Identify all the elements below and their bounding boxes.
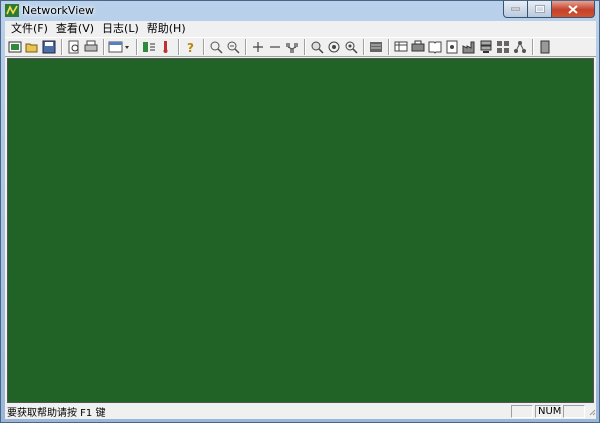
- alarm-icon[interactable]: [158, 39, 174, 55]
- toolbar-separator: [388, 39, 390, 55]
- num-lock-indicator: NUM: [535, 405, 561, 418]
- app-window: NetworkView 文件(F) 查看(V) 日志(L) 帮助(H) ? 要获…: [0, 0, 600, 423]
- menu-file[interactable]: 文件(F): [7, 21, 52, 37]
- close-button[interactable]: [552, 1, 595, 18]
- toolbar-separator: [203, 39, 205, 55]
- log-icon[interactable]: [537, 39, 553, 55]
- zoom-fit-icon[interactable]: [225, 39, 241, 55]
- toolbar: ?: [5, 37, 596, 57]
- book-icon[interactable]: [427, 39, 443, 55]
- zoom-select-icon[interactable]: [208, 39, 224, 55]
- list-view-icon[interactable]: [368, 39, 384, 55]
- svg-text:?: ?: [187, 41, 194, 54]
- network-link-icon[interactable]: [512, 39, 528, 55]
- menu-view[interactable]: 查看(V): [52, 21, 98, 37]
- caption-buttons: [503, 1, 595, 18]
- status-panel-3: [563, 405, 585, 418]
- toolbar-separator: [136, 39, 138, 55]
- window-title: NetworkView: [22, 4, 95, 17]
- networkview-app-icon: [5, 4, 19, 17]
- open-folder-icon[interactable]: [24, 39, 40, 55]
- status-bar: 要获取帮助请按 F1 键 NUM: [5, 404, 596, 419]
- trace-route-icon[interactable]: [343, 39, 359, 55]
- ping-icon[interactable]: [326, 39, 342, 55]
- print-icon[interactable]: [83, 39, 99, 55]
- toolbar-separator: [363, 39, 365, 55]
- network-scan-icon[interactable]: [284, 39, 300, 55]
- server-icon[interactable]: [478, 39, 494, 55]
- menu-bar: 文件(F) 查看(V) 日志(L) 帮助(H): [5, 21, 596, 37]
- find-icon[interactable]: [309, 39, 325, 55]
- toolbar-separator: [61, 39, 63, 55]
- toolbar-separator: [245, 39, 247, 55]
- toolbar-separator: [178, 39, 180, 55]
- view-dropdown-icon[interactable]: [108, 39, 132, 55]
- add-node-icon[interactable]: [250, 39, 266, 55]
- maximize-icon: [534, 5, 545, 13]
- remove-node-icon[interactable]: [267, 39, 283, 55]
- toolbar-separator: [103, 39, 105, 55]
- maximize-button[interactable]: [528, 1, 552, 18]
- print-preview-icon[interactable]: [66, 39, 82, 55]
- new-map-icon[interactable]: [7, 39, 23, 55]
- cluster-icon[interactable]: [495, 39, 511, 55]
- close-icon: [568, 4, 578, 14]
- help-icon[interactable]: ?: [183, 39, 199, 55]
- status-hint: 要获取帮助请按 F1 键: [7, 408, 106, 419]
- factory-icon[interactable]: [461, 39, 477, 55]
- printer-device-icon[interactable]: [410, 39, 426, 55]
- menu-log[interactable]: 日志(L): [98, 21, 143, 37]
- router-icon[interactable]: [444, 39, 460, 55]
- title-bar[interactable]: NetworkView: [1, 1, 599, 21]
- hosts-icon[interactable]: [393, 39, 409, 55]
- menu-help[interactable]: 帮助(H): [143, 21, 190, 37]
- status-panel-1: [511, 405, 533, 418]
- toolbar-separator: [304, 39, 306, 55]
- minimize-icon: [511, 7, 520, 11]
- resize-grip-icon[interactable]: [586, 405, 596, 418]
- save-icon[interactable]: [41, 39, 57, 55]
- client-area: 文件(F) 查看(V) 日志(L) 帮助(H) ? 要获取帮助请按 F1 键 N…: [5, 21, 596, 419]
- network-map-canvas[interactable]: [7, 58, 594, 403]
- minimize-button[interactable]: [503, 1, 528, 18]
- node-properties-icon[interactable]: [141, 39, 157, 55]
- toolbar-separator: [532, 39, 534, 55]
